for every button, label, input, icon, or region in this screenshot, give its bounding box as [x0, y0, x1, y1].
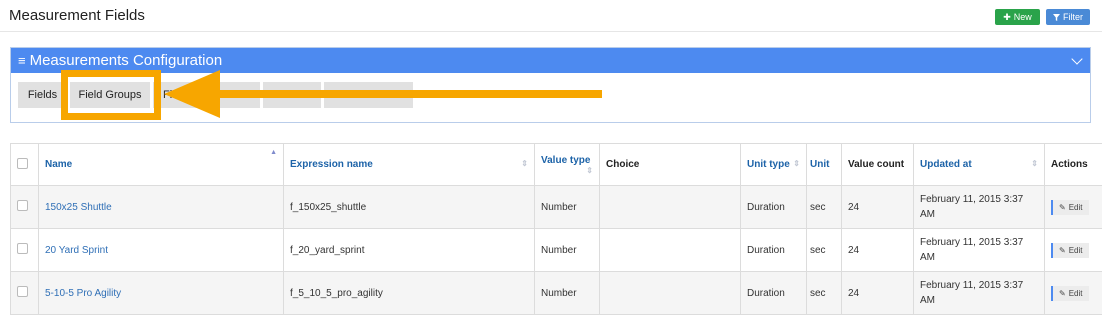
choice-cell: [599, 185, 741, 229]
field-name-link[interactable]: 20 Yard Sprint: [45, 245, 108, 256]
edit-button[interactable]: ✎ Edit: [1051, 285, 1089, 301]
unit-type-cell: Duration: [740, 185, 807, 229]
col-expression-name[interactable]: Expression name ⇕: [283, 143, 535, 186]
new-button[interactable]: ✚ New: [995, 9, 1040, 25]
annotation-arrow-shaft: [206, 90, 602, 98]
row-select-cell: [10, 271, 39, 315]
panel-title: Measurements Configuration: [29, 52, 223, 69]
edit-label: Edit: [1068, 245, 1083, 255]
col-unit-type[interactable]: Unit type ⇕: [740, 143, 807, 186]
select-all-cell: [10, 143, 39, 186]
pencil-icon: ✎: [1059, 288, 1066, 298]
col-actions: Actions: [1044, 143, 1102, 186]
field-name-link[interactable]: 150x25 Shuttle: [45, 202, 112, 213]
value-count-cell: 24: [841, 271, 914, 315]
choice-cell: [599, 228, 741, 272]
value-count-cell: 24: [841, 185, 914, 229]
value-count-cell: 24: [841, 228, 914, 272]
new-button-label: New: [1013, 12, 1032, 22]
top-bar: Measurement Fields ✚ New Filter: [0, 0, 1102, 32]
row-checkbox[interactable]: [17, 200, 28, 211]
col-expression-label: Expression name: [290, 159, 373, 170]
row-select-cell: [10, 228, 39, 272]
col-value-type[interactable]: Value type ⇕: [534, 143, 600, 186]
col-unit-type-label: Unit type: [747, 159, 790, 170]
name-cell: 150x25 Shuttle: [38, 185, 284, 229]
unit-type-cell: Duration: [740, 271, 807, 315]
col-updated-at[interactable]: Updated at ⇕: [913, 143, 1045, 186]
annotation-highlight-box: [61, 70, 161, 120]
unit-cell: sec: [806, 228, 842, 272]
updated-at-cell: February 11, 2015 3:37 AM: [913, 271, 1045, 315]
expression-cell: f_20_yard_sprint: [283, 228, 535, 272]
col-value-type-label: Value type: [541, 154, 591, 166]
field-name-link[interactable]: 5-10-5 Pro Agility: [45, 288, 121, 299]
name-cell: 20 Yard Sprint: [38, 228, 284, 272]
name-cell: 5-10-5 Pro Agility: [38, 271, 284, 315]
table-row: 20 Yard Sprint f_20_yard_sprint Number D…: [10, 228, 1102, 272]
select-all-checkbox[interactable]: [17, 157, 28, 169]
col-unit[interactable]: Unit: [806, 143, 842, 186]
table-row: 5-10-5 Pro Agility f_5_10_5_pro_agility …: [10, 271, 1102, 315]
table-header-row: Name ▲ Expression name ⇕ Value type ⇕ Choic…: [10, 143, 1102, 186]
sort-asc-icon: ▲: [270, 149, 277, 156]
sort-icon: ⇕: [586, 165, 593, 175]
choice-cell: [599, 271, 741, 315]
unit-cell: sec: [806, 271, 842, 315]
sort-icon: ⇕: [1031, 159, 1038, 168]
col-actions-label: Actions: [1051, 159, 1088, 170]
col-value-count: Value count: [841, 143, 914, 186]
expression-cell: f_150x25_shuttle: [283, 185, 535, 229]
updated-at-cell: February 11, 2015 3:37 AM: [913, 228, 1045, 272]
col-name[interactable]: Name ▲: [38, 143, 284, 186]
col-unit-label: Unit: [810, 159, 830, 170]
tab-fields[interactable]: Fields: [18, 82, 67, 108]
edit-label: Edit: [1068, 202, 1083, 212]
measurement-fields-table: Name ▲ Expression name ⇕ Value type ⇕ Choic…: [10, 143, 1102, 315]
col-value-count-label: Value count: [848, 159, 905, 170]
filter-button[interactable]: Filter: [1046, 9, 1090, 25]
edit-label: Edit: [1068, 288, 1083, 298]
row-checkbox[interactable]: [17, 286, 28, 297]
edit-button[interactable]: ✎ Edit: [1051, 242, 1089, 258]
filter-button-label: Filter: [1063, 12, 1083, 22]
hamburger-icon: ≡: [18, 53, 26, 68]
unit-type-cell: Duration: [740, 228, 807, 272]
actions-cell: ✎ Edit: [1044, 185, 1102, 229]
row-checkbox[interactable]: [17, 243, 28, 254]
col-choice-label: Choice: [606, 159, 640, 170]
actions-cell: ✎ Edit: [1044, 271, 1102, 315]
col-choice: Choice: [599, 143, 741, 186]
sort-icon: ⇕: [521, 159, 528, 168]
table-row: 150x25 Shuttle f_150x25_shuttle Number D…: [10, 185, 1102, 229]
row-select-cell: [10, 185, 39, 229]
unit-cell: sec: [806, 185, 842, 229]
updated-at-cell: February 11, 2015 3:37 AM: [913, 185, 1045, 229]
page-title: Measurement Fields: [9, 7, 145, 24]
expression-cell: f_5_10_5_pro_agility: [283, 271, 535, 315]
value-type-cell: Number: [534, 228, 600, 272]
value-type-cell: Number: [534, 185, 600, 229]
actions-cell: ✎ Edit: [1044, 228, 1102, 272]
sort-icon: ⇕: [793, 159, 800, 168]
value-type-cell: Number: [534, 271, 600, 315]
filter-icon: [1053, 13, 1060, 21]
plus-icon: ✚: [1003, 11, 1011, 22]
col-updated-at-label: Updated at: [920, 159, 972, 170]
edit-button[interactable]: ✎ Edit: [1051, 199, 1089, 215]
col-name-label: Name: [45, 159, 73, 170]
chevron-down-icon[interactable]: [1071, 53, 1083, 65]
pencil-icon: ✎: [1059, 202, 1066, 212]
pencil-icon: ✎: [1059, 245, 1066, 255]
